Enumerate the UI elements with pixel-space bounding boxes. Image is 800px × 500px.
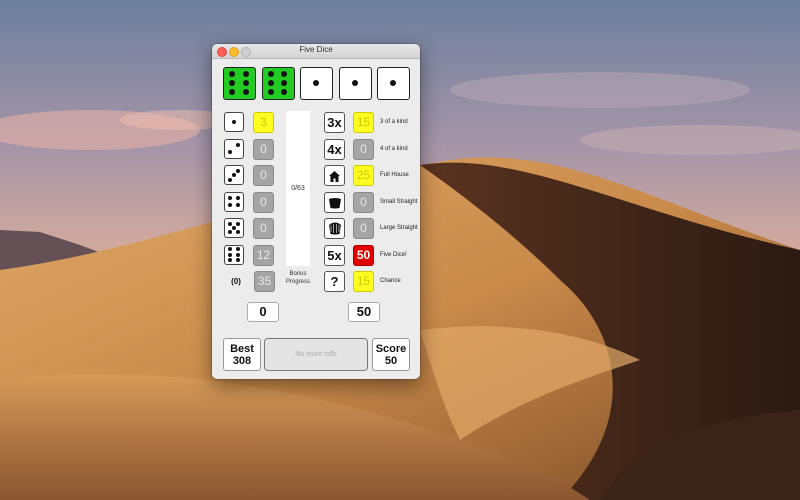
die-pip [267, 80, 274, 86]
score-label: Score [375, 343, 407, 355]
bonus-progress-label: Bonus Progress [278, 270, 318, 286]
lower-category-label: Small Straight [380, 198, 418, 205]
die-pip [228, 222, 233, 227]
house-icon [328, 169, 341, 188]
lower-score-6[interactable]: 50 [353, 244, 374, 266]
lower-category-button-1[interactable]: 3x [324, 112, 345, 133]
die-pip [228, 257, 233, 262]
lower-score-1[interactable]: 15 [353, 112, 374, 133]
upper-category-die-5[interactable] [224, 218, 244, 238]
die-pip [281, 80, 288, 86]
title-bar: Five Dice [212, 44, 420, 59]
die-pip [235, 203, 240, 208]
die-pip [229, 71, 236, 77]
upper-category-die-1[interactable] [224, 112, 244, 132]
roll-button[interactable]: No more rolls [264, 338, 368, 371]
die-pip [242, 89, 249, 95]
upper-total: 0 [247, 302, 279, 322]
die-pip [228, 229, 233, 234]
window-title: Five Dice [299, 45, 333, 54]
lower-category-label: Chance [380, 278, 401, 284]
bonus-progress-text: 0/63 [291, 185, 305, 192]
lower-category-label: 4 of a kind [380, 145, 408, 152]
lower-category-button-2[interactable]: 4x [324, 138, 345, 160]
lower-score-2[interactable]: 0 [353, 138, 374, 160]
lower-category-label: Large Straight [380, 225, 418, 231]
die-pip [235, 247, 240, 252]
rolled-die-3[interactable] [300, 67, 333, 100]
die-pip [313, 80, 319, 86]
score-value: 50 [384, 355, 398, 367]
die-pip [229, 80, 236, 86]
die-pip [232, 173, 236, 177]
large-straight-icon [328, 222, 342, 241]
best-label: Best [230, 343, 254, 355]
die-pip [235, 168, 240, 173]
upper-score-3[interactable]: 0 [253, 165, 274, 186]
lower-category-label: Five Dice! [380, 251, 407, 258]
die-pip [229, 89, 236, 95]
lower-score-5[interactable]: 0 [353, 218, 374, 239]
die-pip [281, 89, 288, 95]
die-pip [228, 177, 233, 182]
die-pip [232, 120, 236, 124]
die-pip [235, 195, 240, 200]
die-pip [242, 80, 249, 86]
die-pip [235, 257, 240, 262]
lower-total: 50 [348, 302, 380, 322]
die-pip [235, 229, 240, 234]
die-pip [351, 80, 358, 86]
upper-category-die-2[interactable] [224, 138, 244, 159]
die-pip [232, 226, 236, 230]
rolled-die-2[interactable] [261, 67, 295, 100]
upper-score-5[interactable]: 0 [253, 218, 274, 239]
lower-category-button-4[interactable] [324, 191, 345, 215]
die-pip [390, 80, 396, 86]
lower-category-button-3[interactable] [324, 165, 345, 186]
rolled-die-5[interactable] [377, 67, 410, 100]
upper-category-die-6[interactable] [224, 244, 244, 265]
lower-category-button-6[interactable]: 5x [324, 244, 345, 266]
lower-category-button-7[interactable]: ? [324, 271, 345, 292]
die-pip [267, 89, 274, 95]
upper-score-4[interactable]: 0 [253, 191, 274, 213]
rolled-die-4[interactable] [338, 67, 372, 100]
die-pip [281, 71, 288, 77]
bonus-label-line1: Bonus [289, 271, 307, 277]
upper-score-2[interactable]: 0 [253, 138, 274, 160]
small-straight-icon [328, 196, 342, 215]
upper-score-6[interactable]: 12 [253, 244, 274, 266]
die-pip [267, 71, 274, 77]
upper-score-1[interactable]: 3 [253, 112, 274, 133]
lower-score-3[interactable]: 25 [353, 165, 374, 186]
lower-category-button-5[interactable] [324, 218, 345, 239]
die-pip [242, 71, 249, 77]
best-value: 308 [232, 355, 252, 367]
bonus-label-line2: Progress [285, 279, 310, 285]
lower-category-label: 3 of a kind [380, 119, 408, 125]
die-pip [228, 195, 233, 200]
lower-category-label: Full House [380, 172, 409, 178]
die-pip [235, 252, 240, 257]
lower-score-7[interactable]: 15 [353, 271, 374, 292]
rolled-die-1[interactable] [223, 67, 256, 100]
upper-bonus-score: 35 [254, 271, 275, 292]
current-score-box: Score 50 [372, 338, 410, 371]
upper-bonus-count: (0) [231, 277, 241, 286]
upper-category-die-4[interactable] [224, 191, 244, 212]
die-pip [228, 252, 233, 257]
die-pip [235, 222, 240, 227]
die-pip [235, 142, 240, 147]
best-score-box: Best 308 [223, 338, 261, 371]
lower-score-4[interactable]: 0 [353, 191, 374, 213]
die-pip [228, 203, 233, 208]
upper-category-die-3[interactable] [224, 165, 244, 185]
die-pip [228, 150, 233, 155]
die-pip [228, 247, 233, 252]
